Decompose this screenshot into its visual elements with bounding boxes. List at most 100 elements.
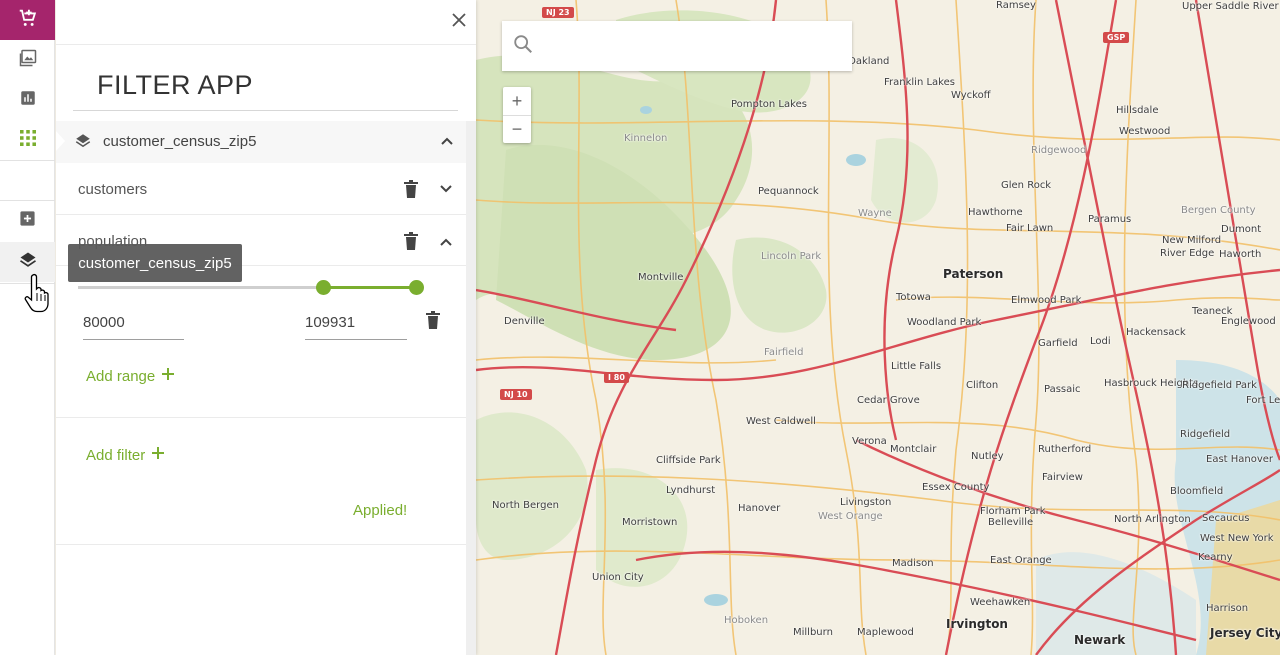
- place-label: Kearny: [1198, 552, 1233, 563]
- zoom-out-button[interactable]: −: [503, 115, 531, 143]
- trash-icon: [403, 232, 419, 255]
- place-label: Kinnelon: [624, 133, 668, 144]
- place-label: Weehawken: [970, 597, 1031, 608]
- route-shield: NJ 10: [500, 389, 532, 400]
- place-label: Maplewood: [857, 627, 914, 638]
- place-label: Cedar Grove: [857, 395, 920, 406]
- range-max-input[interactable]: [305, 306, 407, 340]
- place-label: Lodi: [1090, 336, 1111, 347]
- place-label: East Hanover: [1206, 454, 1274, 465]
- range-slider[interactable]: [78, 280, 424, 295]
- apps-button[interactable]: [0, 120, 55, 160]
- place-label: Haworth: [1219, 249, 1262, 260]
- place-label: North Bergen: [492, 500, 559, 511]
- trash-icon: [425, 311, 441, 334]
- range-min-input[interactable]: [83, 306, 184, 340]
- place-label: Elmwood Park: [1011, 295, 1082, 306]
- add-range-button[interactable]: Add range: [86, 367, 175, 385]
- filter-divider: [56, 417, 466, 418]
- plus-icon: [161, 367, 175, 385]
- place-label: Lyndhurst: [666, 485, 716, 496]
- expand-filter-button[interactable]: [439, 182, 453, 201]
- place-label: Pompton Lakes: [731, 99, 807, 110]
- chevron-up-icon[interactable]: [440, 134, 454, 153]
- layers-icon: [18, 250, 38, 275]
- place-label: Union City: [592, 572, 644, 583]
- image-icon: [19, 49, 37, 72]
- add-filter-button[interactable]: Add filter: [86, 446, 165, 464]
- range-slider-fill: [323, 286, 416, 289]
- close-icon: [449, 13, 469, 34]
- layers-icon: [74, 132, 92, 155]
- place-label: Totowa: [896, 292, 931, 303]
- zoom-control: + −: [503, 87, 531, 143]
- chart-icon: [19, 89, 37, 112]
- place-label: Secaucus: [1202, 513, 1250, 524]
- place-label: Dumont: [1221, 224, 1262, 235]
- place-label: Harrison: [1206, 603, 1249, 614]
- place-label: Fairview: [1042, 472, 1083, 483]
- place-label: Woodland Park: [907, 317, 982, 328]
- place-label: West New York: [1200, 533, 1274, 544]
- image-button[interactable]: [0, 40, 55, 80]
- search-input[interactable]: [542, 38, 842, 54]
- add-filter-label: Add filter: [86, 446, 146, 464]
- zoom-in-button[interactable]: +: [503, 87, 531, 115]
- chevron-up-icon: [439, 235, 453, 254]
- place-label: East Orange: [990, 555, 1052, 566]
- place-label: Morristown: [622, 517, 678, 528]
- chart-button[interactable]: [0, 80, 55, 120]
- place-label: River Edge: [1160, 248, 1215, 259]
- scrollbar[interactable]: [466, 121, 476, 655]
- place-label: Hoboken: [724, 615, 769, 626]
- range-slider-min-handle[interactable]: [316, 280, 332, 295]
- plus-icon: [151, 446, 165, 464]
- place-label: Westwood: [1119, 126, 1171, 137]
- place-label: Wyckoff: [951, 90, 991, 101]
- page-title: FILTER APP: [97, 70, 254, 100]
- panel-notch: [56, 131, 65, 151]
- map-canvas[interactable]: Ramsey Upper Saddle River Oakland Frankl…: [476, 0, 1280, 655]
- status-label: Applied!: [353, 502, 408, 519]
- place-label: Pequannock: [758, 186, 819, 197]
- place-label: Passaic: [1044, 384, 1081, 395]
- delete-range-button[interactable]: [425, 311, 441, 334]
- filter-row-customers[interactable]: customers: [56, 163, 466, 215]
- panel-divider: [56, 544, 466, 545]
- place-label: Clifton: [966, 380, 999, 391]
- place-label: Fort Lee: [1246, 395, 1280, 406]
- cart-button[interactable]: [0, 0, 55, 40]
- close-button[interactable]: [449, 10, 469, 30]
- place-label: North Arlington: [1114, 514, 1191, 525]
- place-label: Livingston: [840, 497, 892, 508]
- apps-icon: [19, 129, 36, 151]
- route-shield: I 80: [604, 372, 629, 383]
- range-slider-max-handle[interactable]: [409, 280, 424, 295]
- place-label: Madison: [892, 558, 934, 569]
- place-label: Montclair: [890, 444, 937, 455]
- collapse-filter-button[interactable]: [439, 235, 453, 254]
- delete-filter-button[interactable]: [403, 232, 419, 255]
- place-label: Wayne: [858, 208, 892, 219]
- place-label: Bergen County: [1181, 205, 1256, 216]
- place-label: Verona: [852, 436, 887, 447]
- place-label: Fairfield: [764, 347, 804, 358]
- place-label: Denville: [504, 316, 545, 327]
- place-label: Upper Saddle River: [1182, 1, 1279, 12]
- add-layer-button[interactable]: [0, 201, 55, 241]
- delete-filter-button[interactable]: [403, 180, 419, 203]
- rail-divider: [0, 160, 55, 161]
- map-search-box[interactable]: [502, 21, 852, 71]
- place-label: Florham Park: [980, 506, 1046, 517]
- filter-label: customers: [78, 181, 148, 198]
- trash-icon: [403, 180, 419, 203]
- place-label: Cliffside Park: [656, 455, 721, 466]
- place-label: Ridgefield Park: [1182, 380, 1257, 391]
- place-label: Essex County: [922, 482, 990, 493]
- place-label: Hillsdale: [1116, 105, 1159, 116]
- place-label: Hawthorne: [968, 207, 1023, 218]
- icon-rail: [0, 0, 55, 655]
- title-divider: [73, 110, 458, 111]
- place-label: Paramus: [1088, 214, 1132, 225]
- route-shield: GSP: [1103, 32, 1130, 43]
